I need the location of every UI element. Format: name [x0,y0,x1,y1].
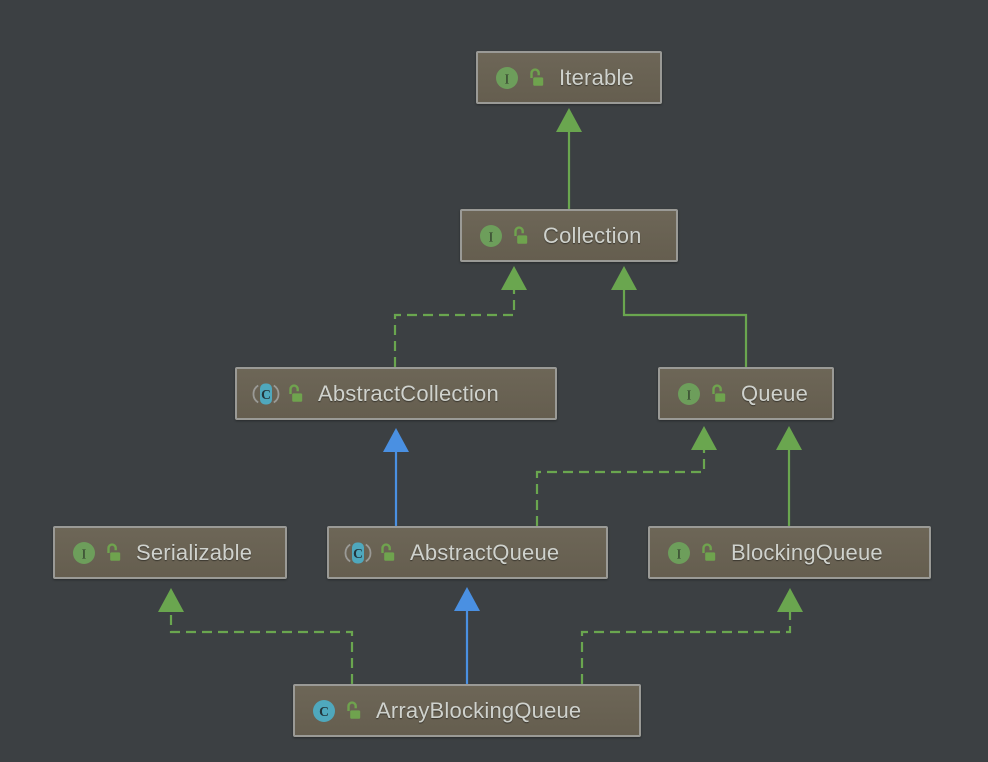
uml-node-queue[interactable]: I Queue [658,367,834,420]
svg-text:C: C [261,387,271,402]
unlocked-padlock-icon [343,700,363,722]
unlocked-padlock-icon [526,67,546,89]
unlocked-padlock-icon [510,225,530,247]
unlocked-padlock-icon [285,383,305,405]
svg-text:I: I [505,72,510,87]
svg-text:I: I [677,547,682,562]
abstract-class-icon: C [343,538,373,568]
interface-icon: I [69,538,99,568]
uml-node-iterable[interactable]: I Iterable [476,51,662,104]
uml-diagram-canvas: I Iterable I Collection C AbstractCollection I… [0,0,988,762]
unlocked-padlock-icon [698,542,718,564]
svg-text:I: I [687,388,692,403]
svg-text:C: C [319,704,329,719]
unlocked-padlock-icon [103,542,123,564]
svg-text:I: I [82,547,87,562]
uml-node-blockingqueue[interactable]: I BlockingQueue [648,526,931,579]
svg-text:C: C [353,546,363,561]
node-layer: I Iterable I Collection C AbstractCollection I… [0,0,988,762]
uml-node-label: Iterable [559,64,634,90]
class-icon: C [309,696,339,726]
uml-node-label: Collection [543,222,642,248]
interface-icon: I [492,63,522,93]
uml-node-label: Queue [741,380,809,406]
uml-node-label: BlockingQueue [731,539,883,565]
unlocked-padlock-icon [708,383,728,405]
interface-icon: I [476,221,506,251]
interface-icon: I [664,538,694,568]
svg-text:I: I [489,230,494,245]
interface-icon: I [674,379,704,409]
abstract-class-icon: C [251,379,281,409]
uml-node-label: AbstractCollection [318,380,499,406]
uml-node-arrayblockingqueue[interactable]: C ArrayBlockingQueue [293,684,641,737]
uml-node-label: Serializable [136,539,253,565]
uml-node-collection[interactable]: I Collection [460,209,678,262]
uml-node-label: AbstractQueue [410,539,560,565]
uml-node-abstractcollection[interactable]: C AbstractCollection [235,367,557,420]
uml-node-serializable[interactable]: I Serializable [53,526,287,579]
unlocked-padlock-icon [377,542,397,564]
uml-node-label: ArrayBlockingQueue [376,697,582,723]
uml-node-abstractqueue[interactable]: C AbstractQueue [327,526,608,579]
